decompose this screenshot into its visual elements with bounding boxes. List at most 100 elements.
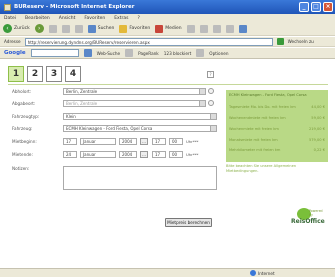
security-zone: Internet xyxy=(250,270,275,276)
address-input[interactable]: http://reservierung.dyndns.org/BUReserv/… xyxy=(24,37,273,46)
mietbeginn-year-select[interactable]: 2004 xyxy=(119,138,137,145)
edit-icon[interactable] xyxy=(225,24,234,33)
google-toolbar: Google Web-Suche PageRank 123 blockiert … xyxy=(0,48,335,59)
divider xyxy=(8,84,328,85)
chevron-down-icon xyxy=(199,89,205,94)
google-options[interactable]: Optionen xyxy=(209,51,228,56)
mietende-hour-select[interactable]: 17 xyxy=(152,151,166,158)
address-bar: Adresse http://reservierung.dyndns.org/B… xyxy=(0,37,335,47)
price-panel-heading: ECMH Kleinwagen - Ford Fiesta, Opel Cors… xyxy=(229,93,307,97)
google-logo[interactable]: Google xyxy=(4,50,26,56)
go-label[interactable]: Wechseln zu xyxy=(288,39,314,44)
reisoffice-logo: Powered by ReisOffice xyxy=(283,208,327,230)
mietbeginn-hour-select[interactable]: 17 xyxy=(152,138,166,145)
google-search-input[interactable] xyxy=(30,49,79,57)
star-icon xyxy=(119,24,128,33)
globe-icon xyxy=(250,270,256,276)
price-row: Monatsmiete mit freien km 579,00 € xyxy=(229,138,325,142)
mietende-month-select[interactable]: Januar xyxy=(80,151,116,158)
media-icon xyxy=(155,24,164,33)
window-title: BUReserv - Microsoft Internet Explorer xyxy=(14,4,135,10)
menu-favoriten[interactable]: Favoriten xyxy=(84,16,105,21)
media-label: Medien xyxy=(165,26,182,31)
print-icon[interactable] xyxy=(212,24,221,33)
chevron-down-icon xyxy=(199,101,205,106)
abgabeort-label: Abgabeort: xyxy=(12,101,36,106)
mietende-day-select[interactable]: 24 xyxy=(63,151,77,158)
options-icon xyxy=(196,49,205,57)
minimize-button[interactable]: _ xyxy=(299,2,309,12)
back-button[interactable]: ‹ Zurück xyxy=(3,24,30,33)
menu-bearbeiten[interactable]: Bearbeiten xyxy=(25,16,50,21)
fahrzeug-select[interactable]: ECMH Kleinwagen - Ford Fiesta, Opel Cors… xyxy=(63,125,217,132)
price-row: Mehrkilometer mit freien km 0,22 € xyxy=(229,148,325,152)
window-controls: _ □ × xyxy=(299,2,333,12)
messenger-icon[interactable] xyxy=(238,24,247,33)
fahrzeug-value: ECMH Kleinwagen - Ford Fiesta, Opel Cors… xyxy=(66,126,153,131)
refresh-icon[interactable] xyxy=(61,24,70,33)
fahrzeugtyp-select[interactable]: Klein xyxy=(63,113,217,120)
price-row: Tagesmiete Mo. bis Do. mit freien km 44,… xyxy=(229,105,325,109)
google-popup-blocker[interactable]: 123 blockiert xyxy=(164,51,192,56)
abgabeort-select[interactable]: Berlin, Zentrale xyxy=(63,100,206,107)
calculate-price-button[interactable]: Mietpreis berechnen xyxy=(165,218,212,227)
home-icon[interactable] xyxy=(74,24,83,33)
mietbeginn-day-select[interactable]: 17 xyxy=(63,138,77,145)
stop-icon[interactable] xyxy=(48,24,57,33)
abholort-select[interactable]: Berlin, Zentrale xyxy=(63,88,206,95)
notizen-label: Notizen: xyxy=(12,166,30,171)
chevron-down-icon xyxy=(210,126,216,131)
mail-icon[interactable] xyxy=(199,24,208,33)
mietbeginn-label: Mietbeginn: xyxy=(12,139,37,144)
zone-label: Internet xyxy=(258,270,275,276)
chevron-down-icon xyxy=(210,114,216,119)
google-websearch[interactable]: Web-Suche xyxy=(97,51,121,56)
mietende-year-select[interactable]: 2004 xyxy=(119,151,137,158)
mietbeginn-month-select[interactable]: Januar xyxy=(80,138,116,145)
search-button[interactable]: Suchen xyxy=(87,24,114,33)
site-search-icon[interactable] xyxy=(125,49,134,57)
maximize-button[interactable]: □ xyxy=(311,2,321,12)
abholort-value: Berlin, Zentrale xyxy=(66,89,98,94)
menu-help[interactable]: ? xyxy=(137,16,139,21)
fahrzeugtyp-label: Fahrzeugtyp: xyxy=(12,114,40,119)
help-icon[interactable]: ? xyxy=(207,71,214,78)
browser-toolbar: ‹ Zurück › Suchen Favoriten Medien xyxy=(0,22,335,36)
logo-powered-by: Powered by xyxy=(309,209,323,217)
mietende-label: Mietende: xyxy=(12,152,33,157)
forward-button[interactable]: › xyxy=(34,24,44,33)
history-icon[interactable] xyxy=(186,24,195,33)
mietende-uhr-label: Uhr*** xyxy=(186,152,199,157)
conditions-link[interactable]: Bitte beachten Sie unsere Allgemeinen Mi… xyxy=(226,164,328,174)
mietbeginn-calendar-button[interactable]: ... xyxy=(140,138,148,145)
favorites-button[interactable]: Favoriten xyxy=(119,24,150,33)
menu-extras[interactable]: Extras xyxy=(114,16,128,21)
google-search-icon[interactable] xyxy=(83,49,92,57)
search-icon xyxy=(87,24,96,33)
abholort-label: Abholort: xyxy=(12,89,32,94)
mietbeginn-minute-select[interactable]: 00 xyxy=(169,138,183,145)
google-pagerank[interactable]: PageRank xyxy=(138,51,159,56)
fahrzeugtyp-value: Klein xyxy=(66,114,76,119)
media-button[interactable]: Medien xyxy=(155,24,182,33)
mietende-calendar-button[interactable]: ... xyxy=(140,151,148,158)
price-row: Wochenmiete mit freien km 219,00 € xyxy=(229,127,325,131)
tab-step-3[interactable]: 3 xyxy=(46,66,62,82)
address-label: Adresse xyxy=(4,39,21,44)
menu-bar: Datei Bearbeiten Ansicht Favoriten Extra… xyxy=(0,14,335,22)
go-arrow-icon[interactable] xyxy=(276,38,284,45)
abgabeort-value: Berlin, Zentrale xyxy=(66,101,98,106)
mietbeginn-uhr-label: Uhr*** xyxy=(186,139,199,144)
menu-datei[interactable]: Datei xyxy=(4,16,16,21)
tab-step-1[interactable]: 1 xyxy=(8,66,24,82)
notizen-textarea[interactable] xyxy=(63,166,217,190)
info-icon[interactable] xyxy=(208,88,214,94)
ie-app-icon xyxy=(4,3,11,11)
menu-ansicht[interactable]: Ansicht xyxy=(59,16,76,21)
mietende-minute-select[interactable]: 00 xyxy=(169,151,183,158)
tab-step-4[interactable]: 4 xyxy=(65,66,81,82)
fahrzeug-label: Fahrzeug: xyxy=(12,126,33,131)
tab-step-2[interactable]: 2 xyxy=(27,66,43,82)
close-button[interactable]: × xyxy=(323,2,333,12)
info-icon[interactable] xyxy=(208,100,214,106)
